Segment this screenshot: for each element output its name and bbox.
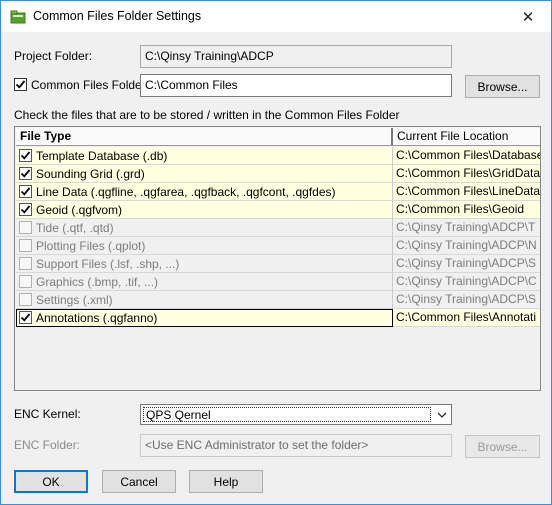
file-type-label: Settings (.xml) <box>36 292 113 307</box>
checkmark-icon <box>20 205 31 214</box>
file-type-cell: Support Files (.lsf, .shp, ...) <box>16 255 393 273</box>
row-checkbox <box>19 293 32 306</box>
file-type-cell: Sounding Grid (.grd) <box>16 165 393 183</box>
file-location-cell: C:\Qinsy Training\ADCP\T <box>393 219 540 237</box>
chevron-down-icon <box>433 405 451 424</box>
file-type-cell: Geoid (.qgfvom) <box>16 201 393 219</box>
file-type-cell: Tide (.qtf, .qtd) <box>16 219 393 237</box>
file-type-label: Line Data (.qgfline, .qgfarea, .qgfback,… <box>36 184 336 199</box>
row-checkbox <box>19 257 32 270</box>
common-folder-browse-button[interactable]: Browse... <box>465 75 540 98</box>
enc-folder-field: <Use ENC Administrator to set the folder… <box>140 434 452 457</box>
file-type-cell: Template Database (.db) <box>16 147 393 165</box>
file-type-cell: Settings (.xml) <box>16 291 393 309</box>
row-checkbox[interactable] <box>19 167 32 180</box>
table-row[interactable]: Graphics (.bmp, .tif, ...) C:\Qinsy Train… <box>16 273 540 291</box>
checkmark-icon <box>15 80 26 89</box>
common-folder-checkbox[interactable] <box>14 78 27 91</box>
project-folder-label: Project Folder: <box>14 49 93 63</box>
file-location-cell: C:\Common Files\Annotati <box>393 309 540 327</box>
table-row[interactable]: Sounding Grid (.grd) C:\Common Files\Grid… <box>16 165 540 183</box>
file-type-label: Tide (.qtf, .qtd) <box>36 220 114 235</box>
row-checkbox <box>19 239 32 252</box>
enc-kernel-select[interactable]: QPS Qernel <box>140 404 452 425</box>
common-folder-label: Common Files Folder: <box>31 78 150 92</box>
file-location-cell: C:\Qinsy Training\ADCP\C <box>393 273 540 291</box>
column-header-location[interactable]: Current File Location <box>393 128 540 146</box>
folder-app-icon <box>10 9 26 25</box>
file-type-label: Sounding Grid (.grd) <box>36 166 145 181</box>
row-checkbox <box>19 275 32 288</box>
ok-button[interactable]: OK <box>14 470 88 493</box>
table-row[interactable]: Geoid (.qgfvom) C:\Common Files\Geoid <box>16 201 540 219</box>
column-header-file-type[interactable]: File Type <box>16 128 393 146</box>
row-checkbox <box>19 221 32 234</box>
table-row[interactable]: Template Database (.db) C:\Common Files\D… <box>16 147 540 165</box>
table-row[interactable]: Line Data (.qgfline, .qgfarea, .qgfback,… <box>16 183 540 201</box>
file-location-cell: C:\Common Files\GridData <box>393 165 540 183</box>
dialog-window: Common Files Folder Settings ✕ Project F… <box>0 0 552 505</box>
list-header: File Type Current File Location <box>16 128 540 146</box>
file-type-label: Support Files (.lsf, .shp, ...) <box>36 256 180 271</box>
file-type-label: Graphics (.bmp, .tif, ...) <box>36 274 159 289</box>
checkmark-icon <box>20 313 31 322</box>
file-location-cell: C:\Common Files\Database <box>393 147 540 165</box>
file-type-cell: Annotations (.qgfanno) <box>16 309 393 327</box>
row-checkbox[interactable] <box>19 185 32 198</box>
checkmark-icon <box>20 187 31 196</box>
table-row[interactable]: Tide (.qtf, .qtd) C:\Qinsy Training\ADCP\… <box>16 219 540 237</box>
row-checkbox[interactable] <box>19 311 32 324</box>
file-type-cell: Plotting Files (.qplot) <box>16 237 393 255</box>
file-type-label: Annotations (.qgfanno) <box>36 310 158 325</box>
enc-folder-browse-button: Browse... <box>465 435 540 458</box>
help-button[interactable]: Help <box>189 470 263 493</box>
file-location-cell: C:\Common Files\Geoid <box>393 201 540 219</box>
file-type-label: Template Database (.db) <box>36 148 168 163</box>
list-rows: Template Database (.db) C:\Common Files\D… <box>16 147 540 327</box>
close-icon: ✕ <box>521 8 535 26</box>
cancel-button[interactable]: Cancel <box>102 470 176 493</box>
file-location-cell: C:\Qinsy Training\ADCP\N <box>393 237 540 255</box>
file-type-cell: Line Data (.qgfline, .qgfarea, .qgfback,… <box>16 183 393 201</box>
window-title: Common Files Folder Settings <box>33 9 202 23</box>
file-location-cell: C:\Common Files\LineData <box>393 183 540 201</box>
instruction-text: Check the files that are to be stored / … <box>14 108 400 122</box>
project-folder-field: C:\Qinsy Training\ADCP <box>140 45 452 68</box>
enc-folder-label: ENC Folder: <box>14 438 81 452</box>
table-row[interactable]: Settings (.xml) C:\Qinsy Training\ADCP\S <box>16 291 540 309</box>
table-row[interactable]: Annotations (.qgfanno) C:\Common Files\An… <box>16 309 540 327</box>
title-bar: Common Files Folder Settings ✕ <box>1 1 551 32</box>
table-row[interactable]: Support Files (.lsf, .shp, ...) C:\Qinsy … <box>16 255 540 273</box>
file-type-list[interactable]: File Type Current File Location Template… <box>14 126 541 391</box>
file-location-cell: C:\Qinsy Training\ADCP\S <box>393 291 540 309</box>
file-type-label: Geoid (.qgfvom) <box>36 202 123 217</box>
checkmark-icon <box>20 151 31 160</box>
row-checkbox[interactable] <box>19 203 32 216</box>
common-folder-input[interactable]: C:\Common Files <box>140 74 452 97</box>
close-button[interactable]: ✕ <box>505 1 551 32</box>
file-location-cell: C:\Qinsy Training\ADCP\S <box>393 255 540 273</box>
enc-kernel-label: ENC Kernel: <box>14 407 81 421</box>
checkmark-icon <box>20 169 31 178</box>
row-checkbox[interactable] <box>19 149 32 162</box>
table-row[interactable]: Plotting Files (.qplot) C:\Qinsy Training… <box>16 237 540 255</box>
enc-kernel-value: QPS Qernel <box>143 407 431 422</box>
file-type-cell: Graphics (.bmp, .tif, ...) <box>16 273 393 291</box>
file-type-label: Plotting Files (.qplot) <box>36 238 146 253</box>
